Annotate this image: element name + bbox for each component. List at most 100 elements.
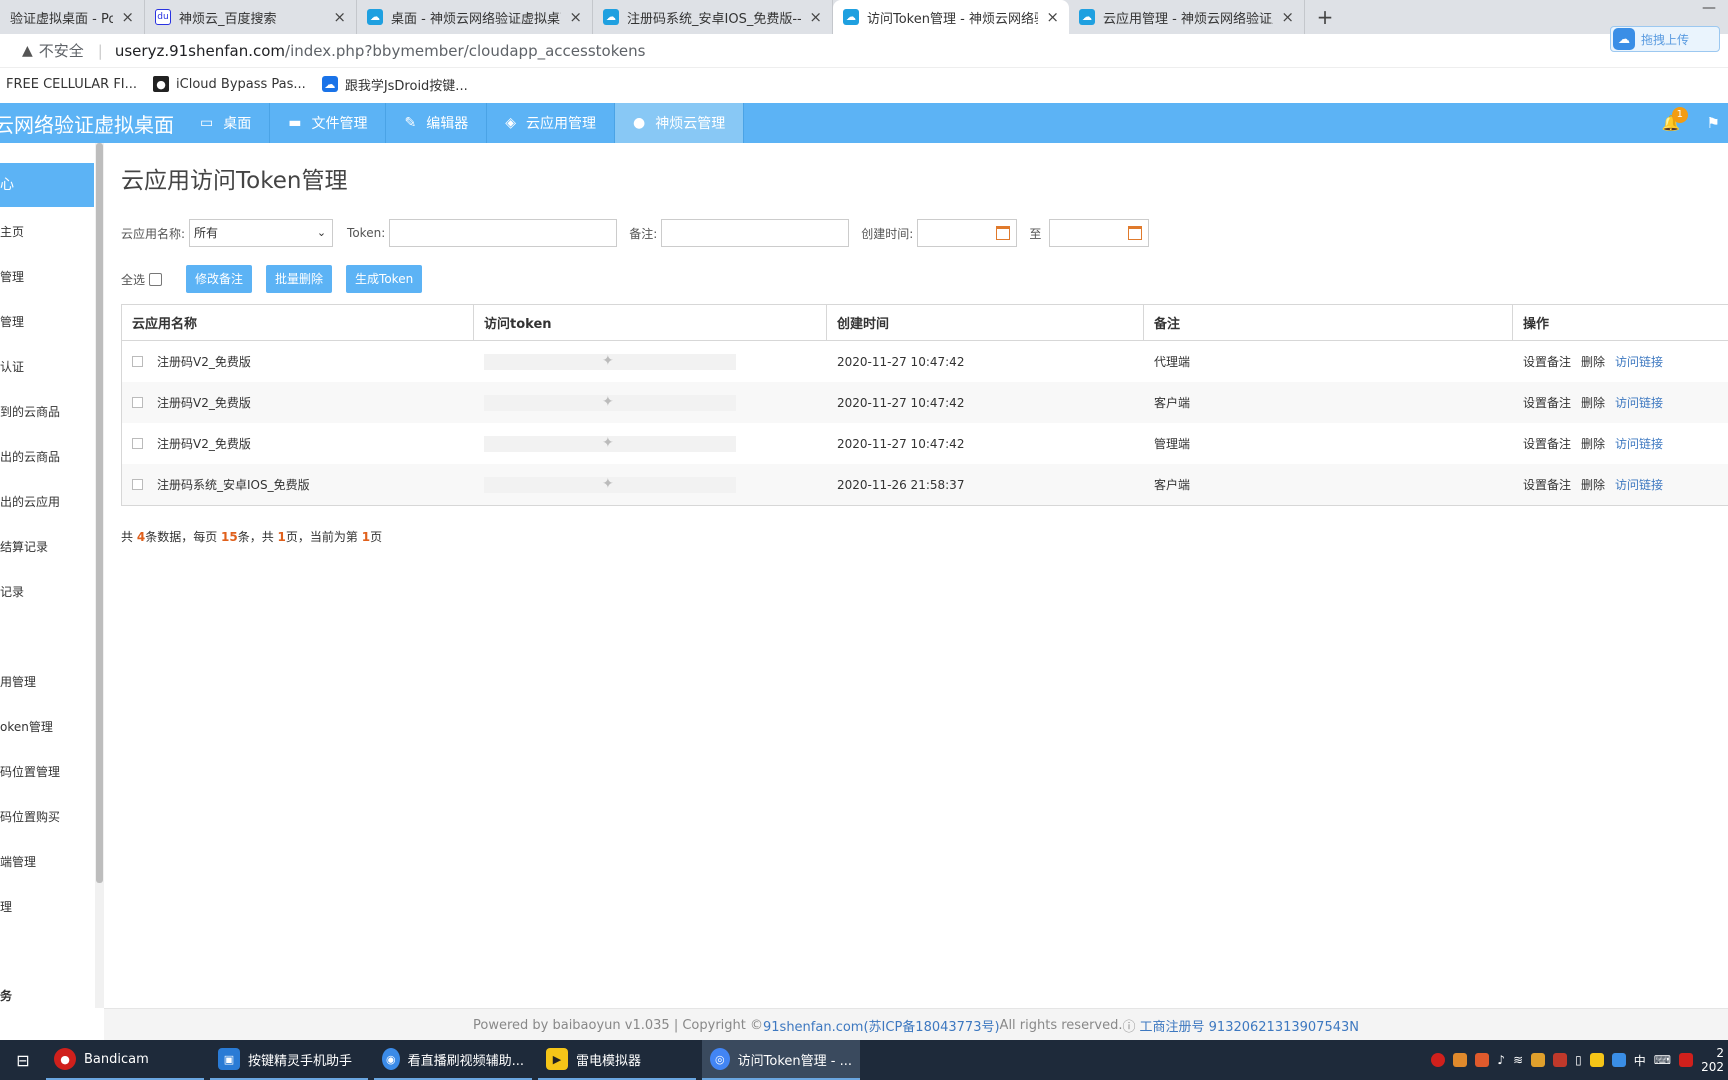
flag-icon[interactable]: ⚑ [1707,114,1720,132]
tray-icon[interactable] [1475,1053,1490,1067]
token-value: ✦ [484,435,736,452]
clock[interactable]: 2 202 [1701,1046,1724,1074]
taskbar-app[interactable]: ▣ 按键精灵手机助手 [210,1040,368,1080]
sidebar-item[interactable]: 认证 [0,358,94,375]
usb-icon[interactable]: ▯ [1575,1053,1582,1067]
sidebar-item[interactable]: 结算记录 [0,538,94,555]
row-remark: 代理端 [1154,355,1191,369]
browser-tab[interactable]: ☁ 桌面 - 神烦云网络验证虚拟桌面 × [357,0,593,34]
nav-desktop[interactable]: ▭ 桌面 [182,103,271,143]
browser-tab[interactable]: du 神烦云_百度搜索 × [145,0,357,34]
sidebar-item[interactable]: 到的云商品 [0,403,94,420]
close-icon[interactable]: × [1281,8,1294,26]
sidebar-item[interactable]: 出的云应用 [0,493,94,510]
row-checkbox[interactable] [132,438,143,449]
browser-tab-active[interactable]: ☁ 访问Token管理 - 神烦云网络验 × [833,0,1069,34]
tray-icon[interactable] [1453,1053,1468,1067]
sidebar-item[interactable]: oken管理 [0,718,94,735]
new-tab-button[interactable]: + [1305,0,1345,34]
taskbar-app[interactable]: ◉ 看直播刷视频辅助... [374,1040,532,1080]
window-minimize-button[interactable]: — [1702,0,1716,16]
sidebar-item[interactable]: 码位置购买 [0,808,94,825]
set-remark-link[interactable]: 设置备注 [1523,476,1571,493]
footer-reg-link[interactable]: 工商注册号 91320621313907543N [1140,1016,1359,1035]
task-view-icon[interactable]: ⊟ [0,1051,46,1070]
edit-remark-button[interactable]: 修改备注 [186,265,253,293]
table-header: 云应用名称 访问token 创建时间 备注 操作 [122,305,1728,341]
volume-icon[interactable]: ♪ [1497,1053,1505,1067]
row-checkbox[interactable] [132,356,143,367]
set-remark-link[interactable]: 设置备注 [1523,394,1571,411]
nav-shenfan-manage[interactable]: ● 神烦云管理 [614,103,745,143]
sidebar-item[interactable]: 记录 [0,583,94,600]
calendar-icon[interactable] [996,226,1011,240]
delete-link[interactable]: 删除 [1581,353,1605,370]
tray-icon[interactable] [1589,1053,1604,1067]
nav-file-manager[interactable]: ▬ 文件管理 [270,103,387,143]
row-checkbox[interactable] [132,397,143,408]
sidebar-item[interactable]: 管理 [0,268,94,285]
set-remark-link[interactable]: 设置备注 [1523,435,1571,452]
generate-token-button[interactable]: 生成Token [346,265,423,293]
sidebar-item[interactable]: 用管理 [0,673,94,690]
delete-link[interactable]: 删除 [1581,476,1605,493]
close-icon[interactable]: × [121,8,134,26]
tray-icon[interactable] [1553,1053,1568,1067]
sidebar-item[interactable]: 端管理 [0,853,94,870]
sidebar-item[interactable]: 管理 [0,313,94,330]
sidebar-item[interactable]: 务 [0,987,94,1004]
sidebar-item[interactable]: 主页 [0,223,94,240]
upload-button[interactable]: ☁ 拖拽上传 [1610,26,1720,52]
url-text[interactable]: useryz.91shenfan.com/index.php?bbymember… [115,42,646,60]
date-to-input[interactable] [1049,219,1150,247]
remark-input[interactable] [661,219,850,247]
browser-tab[interactable]: 验证虚拟桌面 - Power × [0,0,145,34]
token-input[interactable] [389,219,618,247]
sidebar-item[interactable]: 理 [0,898,94,915]
browser-tab[interactable]: ☁ 云应用管理 - 神烦云网络验证虚 × [1069,0,1305,34]
access-link[interactable]: 访问链接 [1615,476,1663,493]
bookmark[interactable]: ● iCloud Bypass Pas... [153,76,306,92]
bookmark[interactable]: FREE CELLULAR FI... [6,77,137,92]
calendar-icon[interactable] [1128,226,1143,240]
nav-cloud-app[interactable]: ◈ 云应用管理 [487,103,615,143]
access-link[interactable]: 访问链接 [1615,394,1663,411]
close-icon[interactable]: × [1046,8,1059,26]
browser-tab[interactable]: ☁ 注册码系统_安卓IOS_免费版--神 × [593,0,833,34]
record-icon[interactable] [1431,1053,1446,1067]
close-icon[interactable]: × [569,8,582,26]
keyboard-icon[interactable]: ⌨ [1654,1053,1671,1067]
set-remark-link[interactable]: 设置备注 [1523,353,1571,370]
app-name-select[interactable]: 所有 ⌄ [189,219,334,247]
select-all-checkbox[interactable] [149,272,163,286]
tray-icon[interactable] [1679,1053,1694,1067]
scrollbar-thumb[interactable] [96,143,103,883]
bell-icon[interactable]: 🔔 1 [1662,107,1688,132]
ime-indicator[interactable]: 中 [1634,1052,1646,1069]
nav-editor[interactable]: ✎ 编辑器 [386,103,488,143]
footer-site-link[interactable]: 91shenfan.com(苏ICP备18043773号) [763,1016,1000,1035]
bookmark[interactable]: ☁ 跟我学JsDroid按键... [321,75,468,94]
sidebar-scrollbar[interactable] [95,143,104,1008]
access-link[interactable]: 访问链接 [1615,435,1663,452]
delete-link[interactable]: 删除 [1581,435,1605,452]
taskbar-app[interactable]: ● Bandicam [46,1040,204,1080]
cloud-icon[interactable] [1611,1053,1626,1067]
wifi-icon[interactable]: ≋ [1513,1053,1523,1067]
row-checkbox[interactable] [132,479,143,490]
sidebar-item[interactable]: 码位置管理 [0,763,94,780]
close-icon[interactable]: × [809,8,822,26]
system-tray: ♪ ≋ ▯ 中 ⌨ 2 202 [1431,1040,1728,1080]
delete-link[interactable]: 删除 [1581,394,1605,411]
app-brand[interactable]: 云网络验证虚拟桌面 [0,109,182,138]
access-link[interactable]: 访问链接 [1615,353,1663,370]
taskbar-app[interactable]: ▶ 雷电模拟器 [538,1040,696,1080]
taskbar-app-active[interactable]: ◎ 访问Token管理 - ... [702,1040,860,1080]
sidebar-item-active[interactable]: 心 [0,163,94,207]
sidebar-item[interactable]: 出的云商品 [0,448,94,465]
tray-icon[interactable] [1531,1053,1546,1067]
date-from-input[interactable] [917,219,1018,247]
batch-delete-button[interactable]: 批量删除 [266,265,333,293]
close-icon[interactable]: × [333,8,346,26]
address-bar[interactable]: ▲ 不安全 | useryz.91shenfan.com/index.php?b… [0,34,1728,68]
